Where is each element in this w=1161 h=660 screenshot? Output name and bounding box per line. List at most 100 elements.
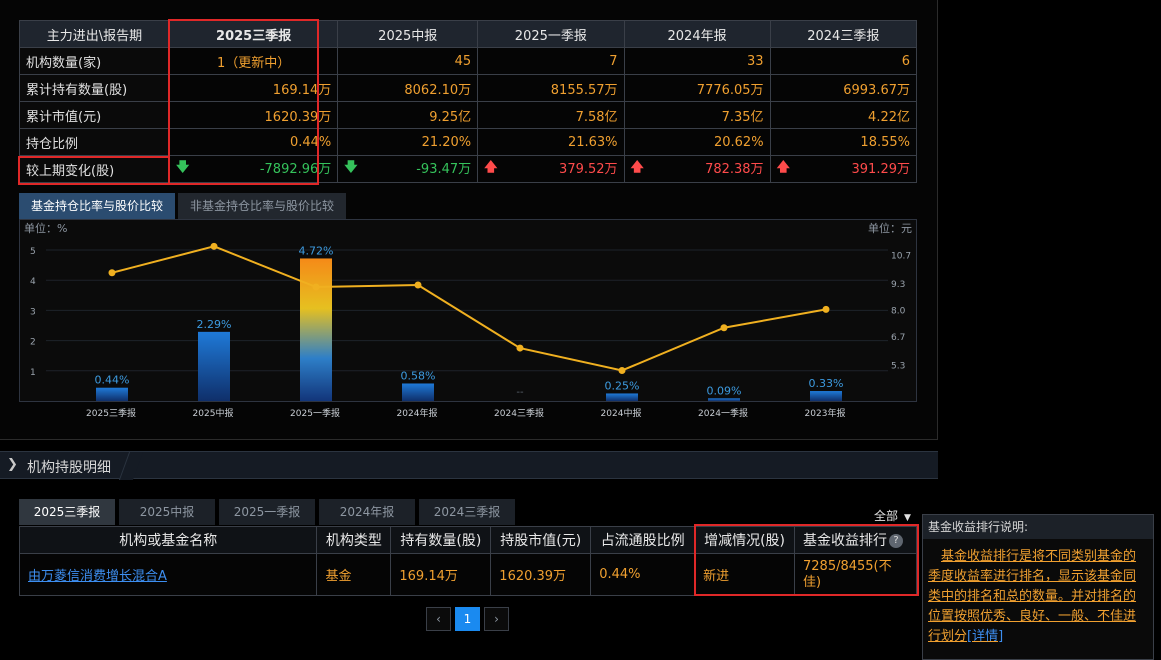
holding-summary-table: 主力进出\报告期 2025三季报 2025中报 2025一季报 2024年报 2… [19,20,918,183]
caret-down-icon: ▼ [904,513,911,523]
period-col-header: 2025三季报 [168,20,339,48]
bar [300,258,332,401]
section-header-notch [118,452,144,480]
filter-dropdown[interactable]: 全部 ▼ [874,507,911,524]
row-label: 较上期变化(股) [19,155,170,183]
period-col-header: 2024年报 [623,20,771,48]
period-col-header: 2025一季报 [477,20,625,48]
y-axis-unit-label: 单位：% [24,221,67,235]
col-header: 持有数量(股) [390,526,492,554]
down-arrow-icon: 🡇 [344,160,358,175]
bar-value-label: 0.44% [95,374,130,387]
cell: 6993.67万 [769,74,918,102]
price-point [210,242,218,250]
period-col-header: 2024三季报 [769,20,918,48]
x-tick-label: 2024中报 [601,407,642,419]
tab-period[interactable]: 2024三季报 [419,499,515,525]
summary-corner-label: 主力进出\报告期 [19,20,170,48]
tab-period[interactable]: 2025一季报 [219,499,315,525]
detail-header-row: 机构或基金名称 机构类型 持有数量(股) 持股市值(元) 占流通股比例 增减情况… [18,526,917,554]
y-tick-label: 4 [30,277,36,287]
x-tick-label: 2025三季报 [86,407,136,419]
cell: 169.14万 [390,553,492,596]
y-tick-label: 2 [30,338,36,348]
summary-row-holding-ratio: 持仓比例 0.44% 21.20% 21.63% 20.62% 18.55% [19,128,918,156]
institution-name-cell: 由万菱信消费增长混合A [18,553,318,596]
cell: 21.63% [477,128,625,156]
page-button-current[interactable]: 1 [455,607,480,631]
col-header-fund-rank: 基金收益排行? [794,526,917,554]
col-header: 机构或基金名称 [18,526,318,554]
col-header: 占流通股比例 [590,526,696,554]
y-right-tick-label: 10.7 [891,251,911,261]
help-icon[interactable]: ? [889,534,903,548]
price-point [414,281,422,289]
change-cell: 🡇 -93.47万 [337,155,479,183]
tab-fund-holding-ratio[interactable]: 基金持仓比率与股价比较 [19,193,176,219]
tab-period[interactable]: 2025三季报 [19,499,115,525]
cell: 169.14万 [168,74,339,102]
cell: 7.35亿 [623,101,771,129]
y-tick-label: 3 [30,307,36,317]
chart-svg: 1 2 3 4 5 5.3 6.7 8.0 9.3 10.7 单位：% 单位：元 0.44% 2.29% 4… [24,221,912,401]
bar [198,331,230,401]
next-page-button[interactable]: › [484,607,509,631]
y-right-tick-label: 9.3 [891,280,905,290]
cell: 6 [769,47,918,75]
fund-rank-tooltip: 基金收益排行说明: 基金收益排行是将不同类别基金的季度收益率进行排名，显示该基金… [922,514,1154,660]
tab-period[interactable]: 2024年报 [319,499,415,525]
price-point [822,305,830,313]
details-link[interactable]: [详情] [967,629,1003,644]
period-tabs: 2025三季报 2025中报 2025一季报 2024年报 2024三季报 [19,499,515,525]
cell: 7.58亿 [477,101,625,129]
tooltip-title: 基金收益排行说明: [923,515,1153,539]
price-point [312,283,320,291]
pagination: ‹ 1 › [426,607,509,631]
price-point [516,344,524,352]
bar [96,387,128,401]
price-point [618,366,626,374]
cell: 8155.57万 [477,74,625,102]
bar [402,383,434,401]
y-right-tick-label: 5.3 [891,361,905,371]
cell: 21.20% [337,128,479,156]
y-right-axis-unit-label: 单位：元 [868,221,912,235]
section-header: ❯ 机构持股明细 [0,451,938,480]
bar-value-label: 0.58% [401,369,436,382]
bar [708,398,740,401]
bar-value-label: 0.25% [605,379,640,392]
cell: 18.55% [769,128,918,156]
institution-name-link[interactable]: 由万菱信消费增长混合A [28,569,167,584]
x-tick-label: 2024年报 [397,407,438,419]
x-tick-label: 2023年报 [805,407,846,419]
row-label: 累计市值(元) [19,101,170,129]
prev-page-button[interactable]: ‹ [426,607,451,631]
row-label: 持仓比例 [19,128,170,156]
tab-period[interactable]: 2025中报 [119,499,215,525]
change-cell: 🡅 391.29万 [769,155,918,183]
summary-row-holding-qty: 累计持有数量(股) 169.14万 8062.10万 8155.57万 7776… [19,74,918,102]
summary-row-change: 较上期变化(股) 🡇 -7892.96万 🡇 -93.47万 🡅 379.52万 🡅 7… [19,155,918,183]
filter-label: 全部 [874,509,899,523]
bar-value-label: 2.29% [197,318,232,331]
col-header: 增减情况(股) [694,526,795,554]
institution-detail-table: 机构或基金名称 机构类型 持有数量(股) 持股市值(元) 占流通股比例 增减情况… [18,526,917,596]
bar-value-label: 0.33% [809,377,844,390]
cell: 7285/8455(不佳) [794,553,917,596]
period-col-header: 2025中报 [337,20,479,48]
cell: 0.44% [590,553,696,596]
y-tick-label: 1 [30,368,36,378]
cell: 0.44% [168,128,339,156]
cell: 4.22亿 [769,101,918,129]
fund-holding-panel: 主力进出\报告期 2025三季报 2025中报 2025一季报 2024年报 2… [0,0,938,440]
cell: 基金 [316,553,392,596]
price-point [720,324,728,332]
summary-row-market-value: 累计市值(元) 1620.39万 9.25亿 7.58亿 7.35亿 4.22亿 [19,101,918,129]
change-cell: 🡅 782.38万 [623,155,771,183]
up-arrow-icon: 🡅 [630,160,644,175]
cell: 7776.05万 [623,74,771,102]
bar-value-label: 0.09% [707,384,742,397]
up-arrow-icon: 🡅 [484,160,498,175]
tab-nonfund-holding-ratio[interactable]: 非基金持仓比率与股价比较 [178,193,347,219]
bar [606,393,638,401]
